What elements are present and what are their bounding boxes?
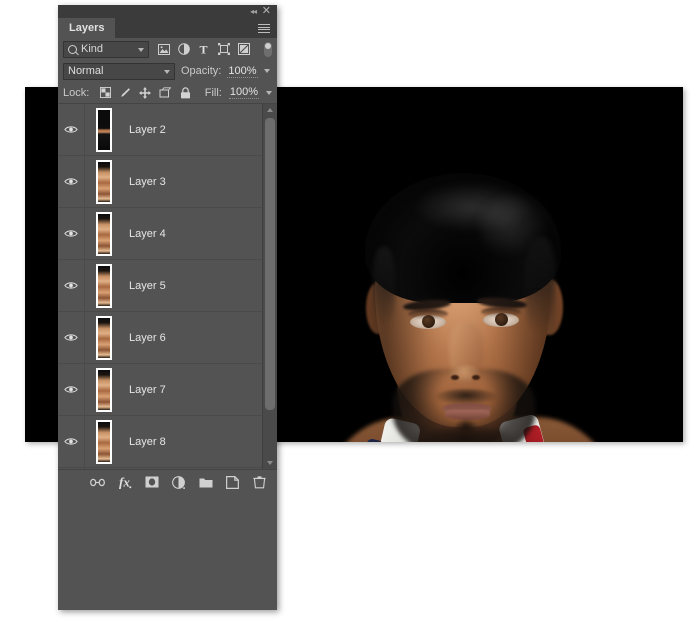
layer-visibility-toggle[interactable] (58, 208, 85, 259)
lock-label: Lock: (63, 87, 89, 99)
close-icon[interactable]: ✕ (262, 5, 271, 18)
layer-thumbnail-cell[interactable] (85, 264, 123, 308)
layer-thumbnail-cell[interactable] (85, 368, 123, 412)
layer-name[interactable]: Layer 6 (123, 332, 166, 344)
fill-label: Fill: (205, 87, 222, 99)
layer-list-scrollbar[interactable] (262, 104, 277, 469)
layer-thumbnail[interactable] (96, 368, 112, 412)
eye-icon (64, 125, 78, 134)
lock-artboard-nesting-icon[interactable] (159, 87, 171, 99)
filter-pixel-icon[interactable] (157, 43, 170, 56)
layer-row[interactable]: Layer 3 (58, 156, 263, 208)
eye-icon (64, 177, 78, 186)
layer-row[interactable]: Layer 9 (58, 468, 263, 469)
layer-name[interactable]: Layer 5 (123, 280, 166, 292)
layer-row[interactable]: Layer 2 (58, 104, 263, 156)
chevron-down-icon (164, 70, 170, 74)
layer-name[interactable]: Layer 4 (123, 228, 166, 240)
panel-titlebar: ◂◂ ✕ (58, 5, 277, 18)
layer-name[interactable]: Layer 2 (123, 124, 166, 136)
filter-smart-object-icon[interactable] (237, 43, 250, 56)
scroll-up-arrow-icon[interactable] (263, 104, 277, 116)
layer-name[interactable]: Layer 8 (123, 436, 166, 448)
layer-thumbnail[interactable] (96, 160, 112, 204)
svg-text:fx: fx (119, 475, 130, 489)
blend-mode-bar: Normal Opacity: 100% (58, 60, 277, 82)
chevron-down-icon (138, 48, 144, 52)
layer-visibility-toggle[interactable] (58, 104, 85, 155)
layer-thumbnail-cell[interactable] (85, 316, 123, 360)
eye-icon (64, 437, 78, 446)
layers-panel: ◂◂ ✕ Layers Kind T (58, 5, 277, 610)
layer-style-button[interactable]: fx (117, 475, 132, 490)
filter-shape-icon[interactable] (217, 43, 230, 56)
layers-panel-footer: fx (58, 469, 277, 494)
eye-icon (64, 385, 78, 394)
eye-icon (64, 229, 78, 238)
scrollbar-thumb[interactable] (265, 118, 275, 410)
fill-value[interactable]: 100% (229, 86, 259, 99)
layer-visibility-toggle[interactable] (58, 260, 85, 311)
layer-name[interactable]: Layer 3 (123, 176, 166, 188)
panel-title: Layers (69, 22, 104, 34)
layer-row[interactable]: Layer 4 (58, 208, 263, 260)
opacity-label: Opacity: (181, 65, 221, 77)
layer-visibility-toggle[interactable] (58, 156, 85, 207)
link-layers-button[interactable] (90, 475, 105, 490)
layer-row[interactable]: Layer 7 (58, 364, 263, 416)
filter-kind-label: Kind (81, 43, 103, 55)
filter-enable-toggle[interactable] (264, 42, 272, 57)
layer-visibility-toggle[interactable] (58, 312, 85, 363)
new-adjustment-layer-button[interactable] (171, 475, 186, 490)
panel-menu-icon[interactable] (258, 24, 270, 33)
add-layer-mask-button[interactable] (144, 475, 159, 490)
search-icon (68, 45, 77, 54)
opacity-chevron-down-icon[interactable] (264, 69, 270, 73)
layer-thumbnail[interactable] (96, 108, 112, 152)
layer-list[interactable]: Layer 2 Layer 3 Layer 4 Layer 5 Layer 6 Layer… (58, 103, 277, 469)
blend-mode-value: Normal (68, 65, 103, 77)
layer-thumbnail-cell[interactable] (85, 160, 123, 204)
layer-thumbnail[interactable] (96, 212, 112, 256)
lock-transparent-pixels-icon[interactable] (99, 87, 111, 99)
layer-filter-bar: Kind T (58, 38, 277, 60)
opacity-value[interactable]: 100% (227, 65, 257, 78)
layer-thumbnail-cell[interactable] (85, 212, 123, 256)
lock-position-icon[interactable] (139, 87, 151, 99)
eye-icon (64, 281, 78, 290)
fill-chevron-down-icon[interactable] (266, 91, 272, 95)
eye-icon (64, 333, 78, 342)
layer-thumbnail-cell[interactable] (85, 108, 123, 152)
filter-kind-select[interactable]: Kind (63, 41, 149, 58)
blend-mode-select[interactable]: Normal (63, 63, 175, 80)
lock-all-icon[interactable] (179, 87, 191, 99)
layer-visibility-toggle[interactable] (58, 468, 85, 469)
layer-visibility-toggle[interactable] (58, 416, 85, 467)
filter-type-icon[interactable]: T (197, 43, 210, 56)
double-chevron-left-icon[interactable]: ◂◂ (250, 7, 256, 16)
scroll-down-arrow-icon[interactable] (263, 457, 277, 469)
layer-visibility-toggle[interactable] (58, 364, 85, 415)
tab-layers[interactable]: Layers (58, 18, 115, 38)
delete-layer-button[interactable] (252, 475, 267, 490)
layer-thumbnail[interactable] (96, 264, 112, 308)
new-layer-button[interactable] (225, 475, 240, 490)
lock-image-pixels-icon[interactable] (119, 87, 131, 99)
layer-thumbnail[interactable] (96, 316, 112, 360)
panel-tab-bar: Layers (58, 18, 277, 38)
layer-thumbnail-cell[interactable] (85, 420, 123, 464)
layer-row[interactable]: Layer 6 (58, 312, 263, 364)
lock-bar: Lock: Fill: 100% (58, 82, 277, 103)
layer-row[interactable]: Layer 5 (58, 260, 263, 312)
layer-thumbnail[interactable] (96, 420, 112, 464)
filter-adjustment-icon[interactable] (177, 43, 190, 56)
layer-row[interactable]: Layer 8 (58, 416, 263, 468)
new-group-button[interactable] (198, 475, 213, 490)
svg-text:T: T (199, 43, 207, 55)
layer-name[interactable]: Layer 7 (123, 384, 166, 396)
